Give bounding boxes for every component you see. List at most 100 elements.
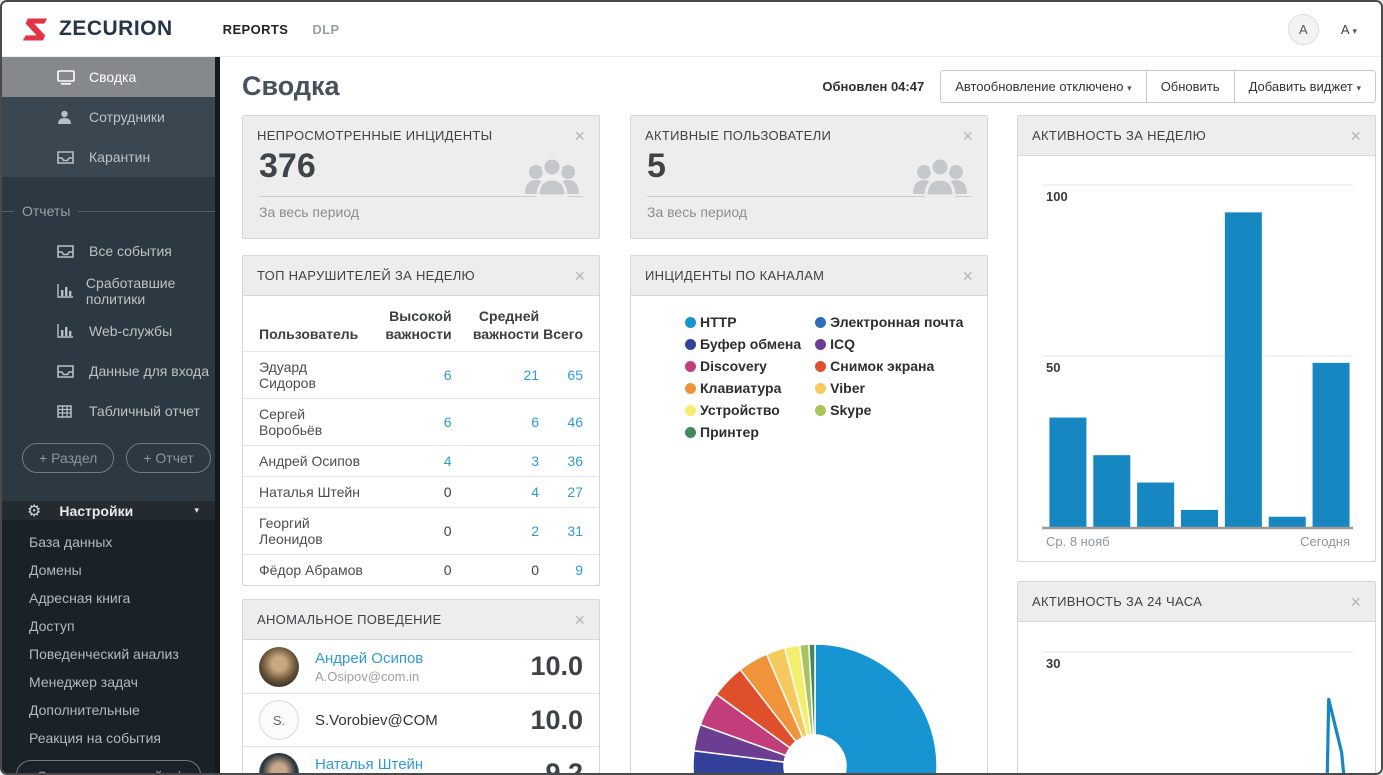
violator-count[interactable]: 3 [453, 445, 542, 477]
sidebar-item-settings[interactable]: ⚙ Настройки ▾ [2, 501, 215, 520]
sidebar-item-report[interactable]: Данные для входа [2, 351, 215, 391]
count-value[interactable]: 2 [531, 523, 539, 539]
channels-pie-chart: 55%15%7% [663, 643, 938, 773]
period-label: За весь период [647, 204, 748, 220]
tray-icon [57, 244, 77, 258]
add-report-button[interactable]: + Отчет [126, 443, 211, 473]
sidebar-item-setting[interactable]: База данных [2, 528, 215, 556]
x-axis-right-label: Сегодня [1300, 534, 1350, 549]
sidebar-item-label: Табличный отчет [89, 403, 200, 419]
sidebar-item-setting[interactable]: Доступ [2, 612, 215, 640]
count-value[interactable]: 3 [531, 453, 539, 469]
widget-week-activity: АКТИВНОСТЬ ЗА НЕДЕЛЮ × 50 100 Ср. 8 нояб Се… [1017, 115, 1376, 562]
bar-chart-icon [57, 284, 74, 298]
bar [1093, 455, 1131, 527]
count-value[interactable]: 9 [575, 562, 583, 578]
violator-count[interactable]: 4 [453, 476, 542, 508]
add-widget-dropdown[interactable]: Добавить виджет ▾ [1233, 69, 1376, 103]
count-value[interactable]: 21 [524, 367, 540, 383]
legend-label: Discovery [700, 358, 767, 374]
violator-count[interactable]: 9 [541, 554, 599, 585]
sidebar-item-report[interactable]: Все события [2, 231, 215, 271]
close-icon[interactable]: × [574, 611, 585, 629]
sidebar-item-setting[interactable]: Менеджер задач [2, 668, 215, 696]
sidebar-item-setting[interactable]: Поведенческий анализ [2, 640, 215, 668]
count-value[interactable]: 46 [567, 414, 583, 430]
user-name[interactable]: Наталья Штейн [315, 756, 423, 773]
count-value[interactable]: 6 [444, 414, 452, 430]
bar [1181, 509, 1218, 527]
close-icon[interactable]: × [574, 267, 585, 285]
table-column-header: Средней важности [472, 308, 540, 342]
list-item: Наталья ШтейнN.Shtein@com.in 9.2 [243, 746, 599, 773]
violator-count[interactable]: 6 [365, 351, 454, 399]
count-value[interactable]: 4 [531, 484, 539, 500]
violator-count[interactable]: 36 [541, 445, 599, 477]
count-value[interactable]: 4 [444, 453, 452, 469]
chevron-down-icon: ▾ [194, 505, 199, 515]
violator-count[interactable]: 46 [541, 398, 599, 446]
autorefresh-dropdown[interactable]: Автообновление отключено ▾ [940, 69, 1147, 103]
violator-count[interactable]: 4 [365, 445, 454, 477]
violator-count[interactable]: 31 [541, 507, 599, 555]
count-value: 0 [443, 523, 452, 539]
refresh-button[interactable]: Обновить [1145, 69, 1235, 103]
violator-count[interactable]: 27 [541, 476, 599, 508]
user-info: Андрей Осипов A.Osipov@com.in [315, 650, 423, 684]
avatar [259, 646, 299, 687]
sidebar-item-report[interactable]: Web-службы [2, 311, 215, 351]
sidebar-item-report[interactable]: Сработавшие политики [2, 271, 215, 311]
widget-unviewed-incidents: НЕПРОСМОТРЕННЫЕ ИНЦИДЕНТЫ × 376 За весь … [242, 115, 600, 239]
widget-title: АНОМАЛЬНОЕ ПОВЕДЕНИЕ [257, 612, 442, 627]
legend-item: Skype [815, 402, 963, 418]
avatar: S. [259, 700, 299, 740]
violator-count[interactable]: 21 [453, 351, 542, 399]
sidebar-item-setting[interactable]: Дополнительные [2, 696, 215, 724]
user-menu[interactable]: A ▾ [1341, 22, 1357, 37]
sidebar-item-setting[interactable]: Реакция на события [2, 724, 215, 752]
count-value[interactable]: 31 [567, 523, 583, 539]
sidebar-item-setting[interactable]: Адресная книга [2, 584, 215, 612]
bar [1224, 212, 1262, 528]
user-name[interactable]: Андрей Осипов [315, 650, 423, 667]
table-icon [57, 404, 77, 418]
close-icon[interactable]: × [962, 127, 973, 145]
violator-count[interactable]: 6 [453, 398, 542, 446]
violator-count[interactable]: 65 [541, 351, 599, 399]
close-icon[interactable]: × [574, 127, 585, 145]
sidebar-item-карантин[interactable]: Карантин [2, 137, 215, 177]
topnav-item-reports[interactable]: REPORTS [223, 22, 289, 37]
count-value[interactable]: 65 [567, 367, 583, 383]
legend-item: Буфер обмена [685, 336, 801, 352]
violator-name: Сергей Воробьёв [243, 398, 366, 446]
widget-title: АКТИВНОСТЬ ЗА НЕДЕЛЮ [1032, 128, 1207, 143]
settings-items: База данных Домены Адресная книга Доступ Пов… [2, 520, 215, 773]
sidebar-item-setting[interactable]: Домены [2, 556, 215, 584]
sidebar-item-сотрудники[interactable]: Сотрудники [2, 97, 215, 137]
sidebar-item-сводка[interactable]: Сводка [2, 57, 215, 97]
legend-label: Буфер обмена [700, 336, 802, 352]
topnav-item-dlp[interactable]: DLP [312, 22, 339, 37]
save-settings-button[interactable]: Сохранить настройки/отчеты [16, 760, 201, 773]
logo-z-icon [22, 18, 48, 40]
count-value[interactable]: 6 [531, 414, 539, 430]
violator-count[interactable]: 2 [453, 507, 542, 555]
brand-text: ZECURION [59, 17, 173, 40]
close-icon[interactable]: × [1350, 593, 1361, 611]
table-column-header: Всего [543, 325, 583, 342]
close-icon[interactable]: × [962, 267, 973, 285]
count-value[interactable]: 6 [444, 367, 452, 383]
pie-legend: HTTP Буфер обмена Discovery Клавиатура Устро… [631, 296, 987, 446]
legend-label: Электронная почта [830, 314, 964, 330]
x-axis-left-label: Ср. 8 нояб [1046, 534, 1110, 549]
sidebar-item-report[interactable]: Табличный отчет [2, 391, 215, 431]
add-section-button[interactable]: + Раздел [22, 443, 115, 473]
sidebar-item-label: Все события [89, 243, 172, 259]
sidebar-item-label: Данные для входа [89, 363, 209, 379]
violator-count[interactable]: 6 [365, 398, 454, 446]
avatar[interactable]: A [1287, 13, 1319, 45]
count-value[interactable]: 36 [567, 453, 583, 469]
monitor-icon [57, 69, 77, 85]
close-icon[interactable]: × [1350, 127, 1361, 145]
count-value[interactable]: 27 [567, 484, 583, 500]
